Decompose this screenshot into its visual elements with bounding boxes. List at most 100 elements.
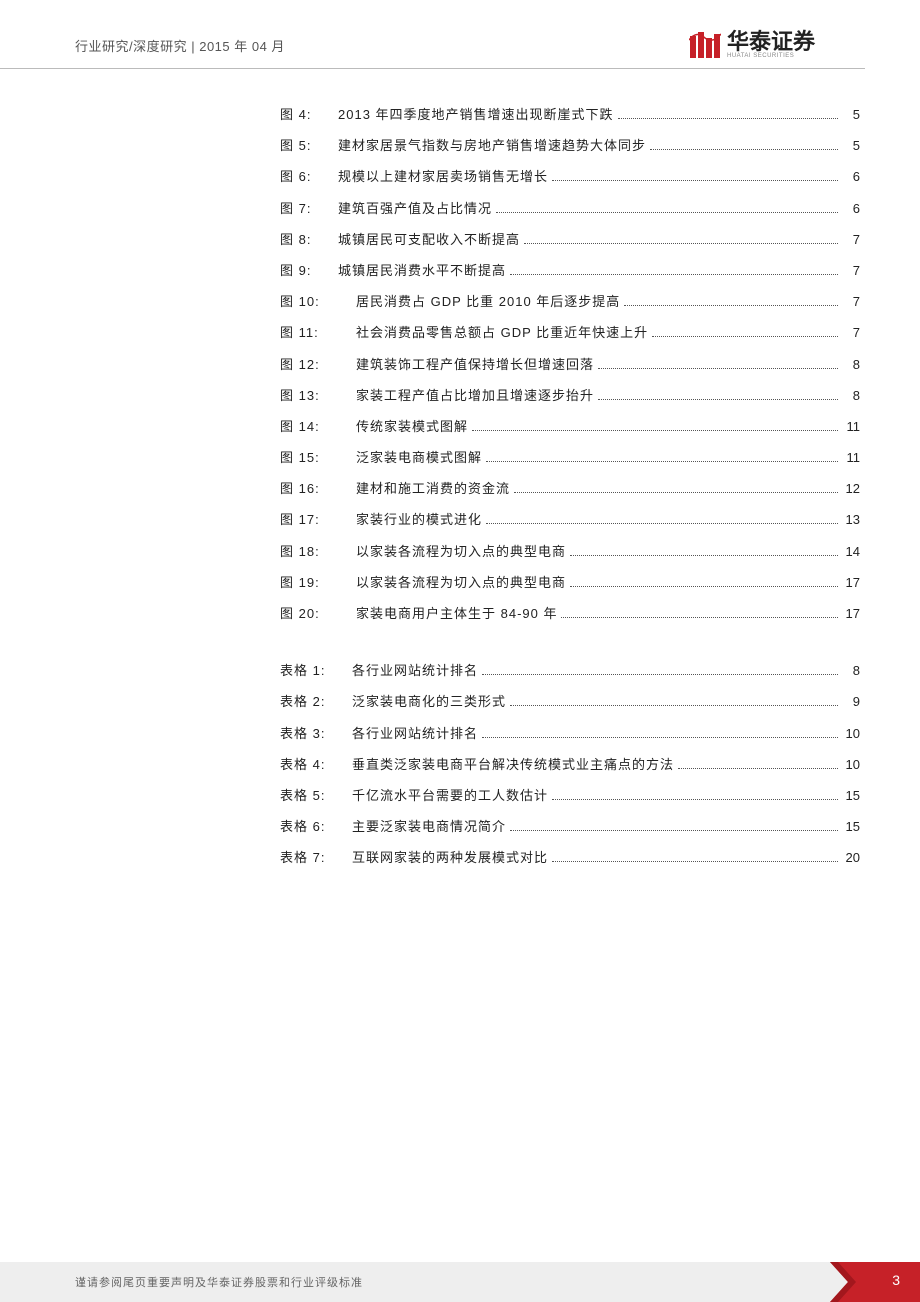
toc-entry-title: 各行业网站统计排名 <box>352 655 478 686</box>
toc-row: 图 6:规模以上建材家居卖场销售无增长 6 <box>280 161 860 192</box>
toc-entry-page: 17 <box>842 567 860 598</box>
footer-page-badge: 3 <box>830 1262 920 1302</box>
toc-entry-page: 14 <box>842 536 860 567</box>
toc-entry-label: 图 5: <box>280 130 338 161</box>
page-number: 3 <box>892 1272 900 1288</box>
toc-entry-label: 图 16: <box>280 473 338 504</box>
toc-row: 图 19:以家装各流程为切入点的典型电商17 <box>280 567 860 598</box>
toc-entry-page: 9 <box>842 686 860 717</box>
toc-row: 图 8:城镇居民可支配收入不断提高7 <box>280 224 860 255</box>
toc-entry-label: 图 14: <box>280 411 338 442</box>
toc-leader-dots <box>678 758 838 768</box>
toc-entry-label: 图 20: <box>280 598 338 629</box>
toc-entry-page: 6 <box>842 161 860 192</box>
toc-leader-dots <box>624 296 838 306</box>
toc-leader-dots <box>618 109 838 119</box>
toc-entry-page: 13 <box>842 504 860 535</box>
breadcrumb: 行业研究/深度研究 | 2015 年 04 月 <box>75 36 285 55</box>
toc-row: 图 12:建筑装饰工程产值保持增长但增速回落8 <box>280 349 860 380</box>
toc-entry-page: 8 <box>842 349 860 380</box>
toc-entry-label: 图 8: <box>280 224 338 255</box>
toc-entry-label: 图 7: <box>280 193 338 224</box>
toc-row: 表格 1:各行业网站统计排名 8 <box>280 655 860 686</box>
toc-entry-page: 5 <box>842 130 860 161</box>
toc-entry-page: 12 <box>842 473 860 504</box>
toc-entry-page: 15 <box>842 811 860 842</box>
toc-entry-title: 城镇居民消费水平不断提高 <box>338 255 506 286</box>
toc-entry-title: 居民消费占 GDP 比重 2010 年后逐步提高 <box>338 286 620 317</box>
toc-entry-label: 图 6: <box>280 161 338 192</box>
toc-leader-dots <box>524 233 838 243</box>
toc-entry-label: 图 13: <box>280 380 338 411</box>
toc-row: 图 9:城镇居民消费水平不断提高7 <box>280 255 860 286</box>
toc-entry-label: 表格 2: <box>280 686 352 717</box>
toc-entry-title: 互联网家装的两种发展模式对比 <box>352 842 548 873</box>
toc-entry-page: 7 <box>842 286 860 317</box>
toc-entry-page: 20 <box>842 842 860 873</box>
toc-entry-label: 表格 1: <box>280 655 352 686</box>
toc-row: 图 17:家装行业的模式进化 13 <box>280 504 860 535</box>
toc-entry-page: 5 <box>842 99 860 130</box>
toc-leader-dots <box>510 821 838 831</box>
toc-entry-title: 建材家居景气指数与房地产销售增速趋势大体同步 <box>338 130 646 161</box>
toc-leader-dots <box>552 171 838 181</box>
figures-list: 图 4:2013 年四季度地产销售增速出现断崖式下跌5图 5:建材家居景气指数与… <box>280 99 860 629</box>
toc-leader-dots <box>598 358 838 368</box>
toc-leader-dots <box>514 483 838 493</box>
toc-row: 图 18:以家装各流程为切入点的典型电商14 <box>280 536 860 567</box>
toc-entry-page: 7 <box>842 224 860 255</box>
toc-entry-page: 8 <box>842 380 860 411</box>
toc-entry-label: 图 18: <box>280 536 338 567</box>
toc-entry-page: 7 <box>842 317 860 348</box>
toc-entry-title: 传统家装模式图解 <box>338 411 468 442</box>
toc-entry-page: 10 <box>842 749 860 780</box>
page-footer: 谨请参阅尾页重要声明及华泰证券股票和行业评级标准 3 <box>0 1262 920 1302</box>
brand-name: 华泰证券 <box>727 31 815 53</box>
toc-row: 图 4:2013 年四季度地产销售增速出现断崖式下跌 5 <box>280 99 860 130</box>
toc-entry-label: 表格 3: <box>280 718 352 749</box>
toc-entry-title: 主要泛家装电商情况简介 <box>352 811 506 842</box>
toc-row: 图 14:传统家装模式图解 11 <box>280 411 860 442</box>
toc-entry-label: 图 17: <box>280 504 338 535</box>
toc-entry-page: 7 <box>842 255 860 286</box>
toc-entry-label: 图 4: <box>280 99 338 130</box>
toc-entry-title: 规模以上建材家居卖场销售无增长 <box>338 161 548 192</box>
toc-entry-page: 17 <box>842 598 860 629</box>
toc-leader-dots <box>472 420 838 430</box>
toc-entry-label: 图 15: <box>280 442 338 473</box>
toc-entry-label: 表格 7: <box>280 842 352 873</box>
toc-row: 图 20:家装电商用户主体生于 84-90 年17 <box>280 598 860 629</box>
toc-leader-dots <box>598 389 838 399</box>
section-divider <box>280 629 860 655</box>
footer-disclaimer: 谨请参阅尾页重要声明及华泰证券股票和行业评级标准 <box>0 1274 830 1290</box>
toc-entry-title: 2013 年四季度地产销售增速出现断崖式下跌 <box>338 99 614 130</box>
brand-logo: 华泰证券 HUATAI SECURITIES <box>689 30 815 60</box>
toc-entry-page: 11 <box>842 411 860 442</box>
toc-leader-dots <box>570 576 838 586</box>
toc-entry-title: 泛家装电商模式图解 <box>338 442 482 473</box>
toc-row: 图 15:泛家装电商模式图解 11 <box>280 442 860 473</box>
brand-text-block: 华泰证券 HUATAI SECURITIES <box>727 31 815 59</box>
toc-leader-dots <box>650 140 838 150</box>
toc-entry-title: 千亿流水平台需要的工人数估计 <box>352 780 548 811</box>
toc-row: 图 16:建材和施工消费的资金流12 <box>280 473 860 504</box>
toc-row: 图 11:社会消费品零售总额占 GDP 比重近年快速上升7 <box>280 317 860 348</box>
toc-row: 表格 4:垂直类泛家装电商平台解决传统模式业主痛点的方法10 <box>280 749 860 780</box>
toc-entry-page: 6 <box>842 193 860 224</box>
toc-entry-label: 图 10: <box>280 286 338 317</box>
toc-row: 图 10:居民消费占 GDP 比重 2010 年后逐步提高 7 <box>280 286 860 317</box>
toc-leader-dots <box>482 665 838 675</box>
toc-entry-title: 社会消费品零售总额占 GDP 比重近年快速上升 <box>338 317 648 348</box>
toc-entry-title: 建筑百强产值及占比情况 <box>338 193 492 224</box>
tables-list: 表格 1:各行业网站统计排名8表格 2:泛家装电商化的三类形式9表格 3:各行业… <box>280 655 860 873</box>
page-header: 行业研究/深度研究 | 2015 年 04 月 华泰证券 HUATAI SECU… <box>0 0 865 69</box>
toc-entry-page: 8 <box>842 655 860 686</box>
toc-row: 表格 2:泛家装电商化的三类形式 9 <box>280 686 860 717</box>
toc-row: 图 7:建筑百强产值及占比情况 6 <box>280 193 860 224</box>
toc-leader-dots <box>510 696 838 706</box>
toc-entry-page: 11 <box>842 442 860 473</box>
toc-row: 图 13:家装工程产值占比增加且增速逐步抬升8 <box>280 380 860 411</box>
toc-entry-title: 泛家装电商化的三类形式 <box>352 686 506 717</box>
toc-entry-title: 家装行业的模式进化 <box>338 504 482 535</box>
toc-row: 图 5:建材家居景气指数与房地产销售增速趋势大体同步 5 <box>280 130 860 161</box>
